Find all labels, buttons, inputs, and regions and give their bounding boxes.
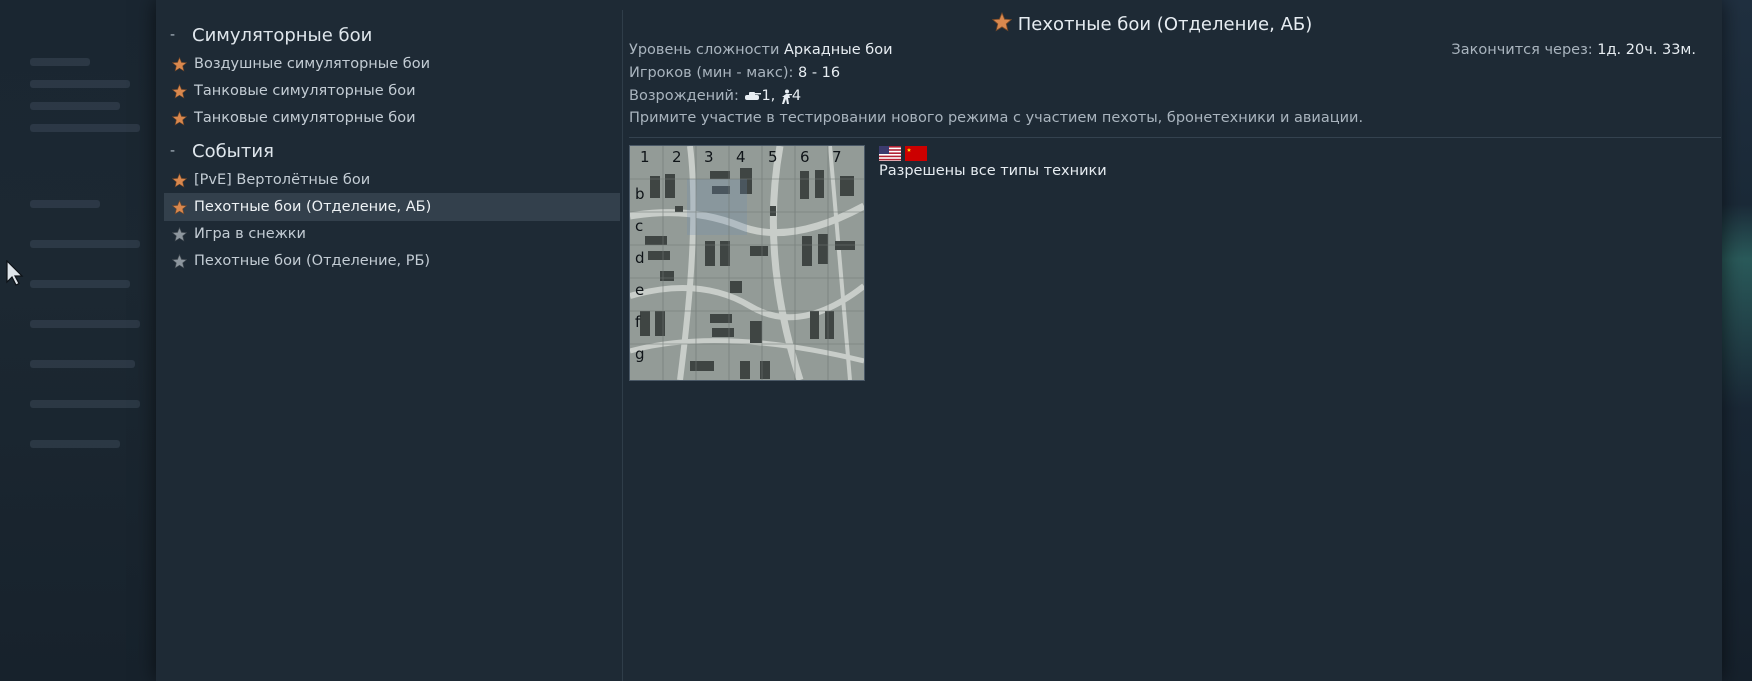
map-column-label: 4: [736, 148, 746, 166]
bronze-star-icon: [164, 110, 194, 126]
background-blur: [30, 360, 135, 368]
bronze-star-icon: [164, 56, 194, 72]
difficulty-value: Аркадные бои: [784, 42, 893, 58]
respawns-line: Возрождений: 1, 4: [629, 88, 801, 104]
event-details: Пехотные бои (Отделение, АБ) Уровень сло…: [626, 0, 1722, 681]
players-line: Игроков (мин - макс): 8 - 16: [629, 65, 840, 81]
group-header-events[interactable]: - События: [170, 136, 274, 166]
map-column-label: 3: [704, 148, 714, 166]
infantry-soldier-icon: [780, 88, 792, 104]
map-column-label: 7: [832, 148, 842, 166]
bronze-star-icon: [164, 83, 194, 99]
tank-icon: [743, 88, 762, 104]
grey-star-icon: [164, 226, 194, 242]
minimap: 1 2 3 4 5 6 7 b c d e f g: [629, 145, 865, 381]
map-row-label: d: [635, 249, 645, 267]
list-item-label: Пехотные бои (Отделение, РБ): [194, 253, 431, 269]
event-panel: - Симуляторные бои Воздушные симуляторны…: [156, 0, 1722, 681]
grey-star-icon: [164, 253, 194, 269]
respawns-infantry-count: 4: [791, 88, 802, 104]
collapse-dash-icon: -: [170, 143, 176, 159]
list-item-tank-sim-1[interactable]: Танковые симуляторные бои: [164, 77, 620, 105]
map-row-label: f: [635, 313, 641, 331]
map-column-label: 1: [640, 148, 650, 166]
ends-in-line: Закончится через: 1д. 20ч. 33м.: [1451, 42, 1696, 58]
event-title-row: Пехотные бои (Отделение, АБ): [626, 10, 1678, 38]
background-blur: [30, 240, 140, 248]
map-column-label: 2: [672, 148, 682, 166]
list-item-label: Игра в снежки: [194, 226, 306, 242]
mouse-cursor-icon: [6, 260, 24, 286]
players-value: 8 - 16: [797, 65, 841, 81]
group-title: Симуляторные бои: [192, 24, 373, 46]
list-item-label: Пехотные бои (Отделение, АБ): [194, 199, 432, 215]
map-terrain: [630, 146, 864, 380]
players-label: Игроков (мин - макс):: [629, 65, 798, 81]
respawns-vehicle-count: 1: [761, 88, 771, 104]
bronze-star-icon: [164, 172, 194, 188]
list-item-tank-sim-2[interactable]: Танковые симуляторные бои: [164, 104, 620, 132]
event-title: Пехотные бои (Отделение, АБ): [1017, 13, 1313, 35]
ends-value: 1д. 20ч. 33м.: [1597, 42, 1696, 58]
background-blur: [30, 124, 140, 132]
list-item-snowball[interactable]: Игра в снежки: [164, 220, 620, 248]
respawns-label: Возрождений:: [629, 88, 744, 104]
background-blur: [30, 58, 90, 66]
list-item-air-sim[interactable]: Воздушные симуляторные бои: [164, 50, 620, 78]
list-item-label: Воздушные симуляторные бои: [194, 56, 430, 72]
group-title: События: [192, 140, 274, 162]
background-blur: [30, 320, 140, 328]
map-column-label: 5: [768, 148, 778, 166]
list-item-infantry-rb[interactable]: Пехотные бои (Отделение, РБ): [164, 247, 620, 275]
map-row-label: b: [635, 185, 645, 203]
country-flags: [879, 146, 927, 161]
bronze-star-icon: [164, 199, 194, 215]
ussr-flag-icon: [905, 146, 927, 161]
difficulty-line: Уровень сложности Аркадные бои: [629, 42, 893, 58]
map-row-label: c: [635, 217, 644, 235]
list-item-label: Танковые симуляторные бои: [194, 110, 416, 126]
background-left: [0, 0, 156, 681]
background-blur: [30, 200, 100, 208]
map-row-label: g: [635, 345, 645, 363]
list-item-label: [PvE] Вертолётные бои: [194, 172, 371, 188]
map-column-label: 6: [800, 148, 810, 166]
group-header-simulator[interactable]: - Симуляторные бои: [170, 20, 372, 50]
bronze-star-icon: [991, 11, 1018, 37]
event-description: Примите участие в тестировании нового ре…: [629, 110, 1364, 126]
ends-label: Закончится через:: [1451, 42, 1598, 58]
difficulty-label: Уровень сложности: [629, 42, 784, 58]
event-list-sidebar: - Симуляторные бои Воздушные симуляторны…: [156, 10, 623, 681]
background-blur: [30, 400, 140, 408]
collapse-dash-icon: -: [170, 27, 176, 43]
background-right: [1722, 0, 1752, 681]
list-item-pve-heli[interactable]: [PvE] Вертолётные бои: [164, 166, 620, 194]
respawns-separator: ,: [770, 88, 780, 104]
usa-flag-icon: [879, 146, 901, 161]
background-blur: [30, 102, 120, 110]
divider: [629, 137, 1721, 138]
allowed-vehicles-text: Разрешены все типы техники: [879, 163, 1107, 179]
background-blur: [30, 440, 120, 448]
background-blur: [30, 80, 130, 88]
map-row-label: e: [635, 281, 645, 299]
list-item-infantry-ab[interactable]: Пехотные бои (Отделение, АБ): [164, 193, 620, 221]
background-blur: [30, 280, 130, 288]
list-item-label: Танковые симуляторные бои: [194, 83, 416, 99]
